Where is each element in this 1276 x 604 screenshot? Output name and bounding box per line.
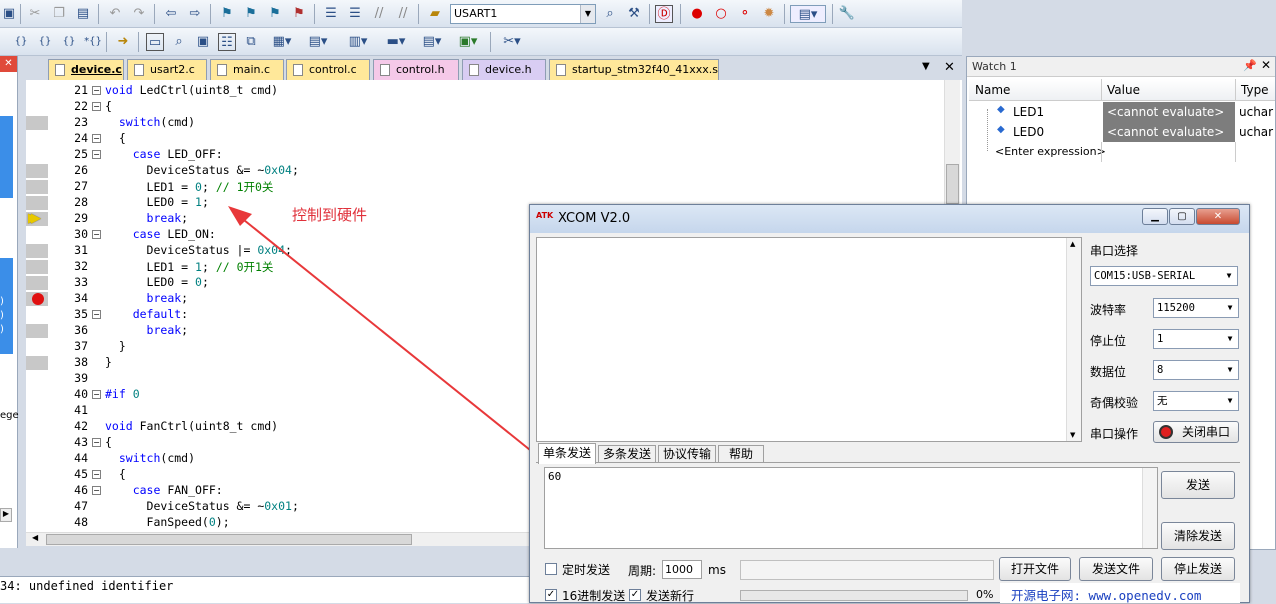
chevron-up-icon[interactable]: ▲ bbox=[1070, 240, 1075, 248]
send-newline-checkbox[interactable]: ✓ bbox=[629, 589, 641, 601]
send-input[interactable]: 60 bbox=[544, 467, 1158, 549]
tab-protocol[interactable]: 协议传输 bbox=[658, 445, 716, 463]
tab-multi-send[interactable]: 多条发送 bbox=[598, 445, 656, 463]
pin-icon[interactable]: 📌 bbox=[1243, 59, 1257, 72]
watch-header: Name Value Type bbox=[969, 79, 1275, 101]
chevron-down-icon: ▼ bbox=[1227, 396, 1233, 405]
chevron-down-icon: ▼ bbox=[1226, 271, 1232, 280]
build-output: 34: undefined identifier bbox=[0, 576, 560, 603]
port-status-icon bbox=[1159, 425, 1173, 439]
tab-single-send[interactable]: 单条发送 bbox=[538, 443, 596, 464]
databits-select[interactable]: 8 ▼ bbox=[1153, 360, 1239, 380]
chevron-down-icon: ▼ bbox=[1227, 334, 1233, 343]
tab-help[interactable]: 帮助 bbox=[718, 445, 764, 463]
close-port-button[interactable]: 关闭串口 bbox=[1153, 421, 1239, 443]
open-file-button[interactable]: 打开文件 bbox=[999, 557, 1071, 581]
port-select[interactable]: COM15:USB-SERIAL ▼ bbox=[1090, 266, 1238, 286]
variable-icon: ◆ bbox=[997, 124, 1005, 135]
xcom-titlebar[interactable]: ATK XCOM V2.0 ▁ ▢ ✕ bbox=[530, 205, 1249, 233]
send-scrollbar[interactable] bbox=[1142, 468, 1157, 548]
atk-logo: ATK bbox=[536, 211, 554, 220]
stopbits-select[interactable]: 1 ▼ bbox=[1153, 329, 1239, 349]
send-progress-bar bbox=[740, 590, 968, 601]
timed-send-checkbox[interactable] bbox=[545, 563, 557, 575]
chevron-down-icon[interactable]: ▼ bbox=[1070, 431, 1075, 439]
receive-area[interactable]: ▲ ▼ bbox=[536, 237, 1082, 442]
parity-select[interactable]: 无 ▼ bbox=[1153, 391, 1239, 411]
watch-enter-expression[interactable]: <Enter expression> bbox=[969, 142, 1275, 162]
clear-send-button[interactable]: 清除发送 bbox=[1161, 522, 1235, 550]
baud-select[interactable]: 115200 ▼ bbox=[1153, 298, 1239, 318]
stop-send-button[interactable]: 停止发送 bbox=[1161, 557, 1235, 581]
watch-row[interactable]: ◆ LED1 <cannot evaluate> uchar bbox=[969, 102, 1275, 122]
watch-title: Watch 1 bbox=[972, 60, 1017, 73]
close-button[interactable]: ✕ bbox=[1196, 208, 1240, 225]
website-link[interactable]: 开源电子网: www.openedv.com bbox=[1011, 585, 1201, 604]
maximize-button[interactable]: ▢ bbox=[1169, 208, 1195, 225]
send-file-button[interactable]: 发送文件 bbox=[1079, 557, 1153, 581]
send-button[interactable]: 发送 bbox=[1161, 471, 1235, 499]
chevron-down-icon: ▼ bbox=[1227, 303, 1233, 312]
close-icon[interactable]: ✕ bbox=[1261, 58, 1271, 72]
file-path-field[interactable] bbox=[740, 560, 994, 580]
watch-row[interactable]: ◆ LED0 <cannot evaluate> uchar bbox=[969, 122, 1275, 142]
xcom-title: XCOM V2.0 bbox=[558, 211, 631, 226]
variable-icon: ◆ bbox=[997, 104, 1005, 115]
period-input[interactable]: 1000 bbox=[662, 560, 702, 579]
minimize-button[interactable]: ▁ bbox=[1142, 208, 1168, 225]
xcom-window: ATK XCOM V2.0 ▁ ▢ ✕ ▲ ▼ 串口选择 COM15:USB-S… bbox=[529, 204, 1250, 603]
receive-scrollbar[interactable]: ▲ ▼ bbox=[1066, 238, 1081, 441]
chevron-down-icon: ▼ bbox=[1227, 365, 1233, 374]
hex-send-checkbox[interactable]: ✓ bbox=[545, 589, 557, 601]
